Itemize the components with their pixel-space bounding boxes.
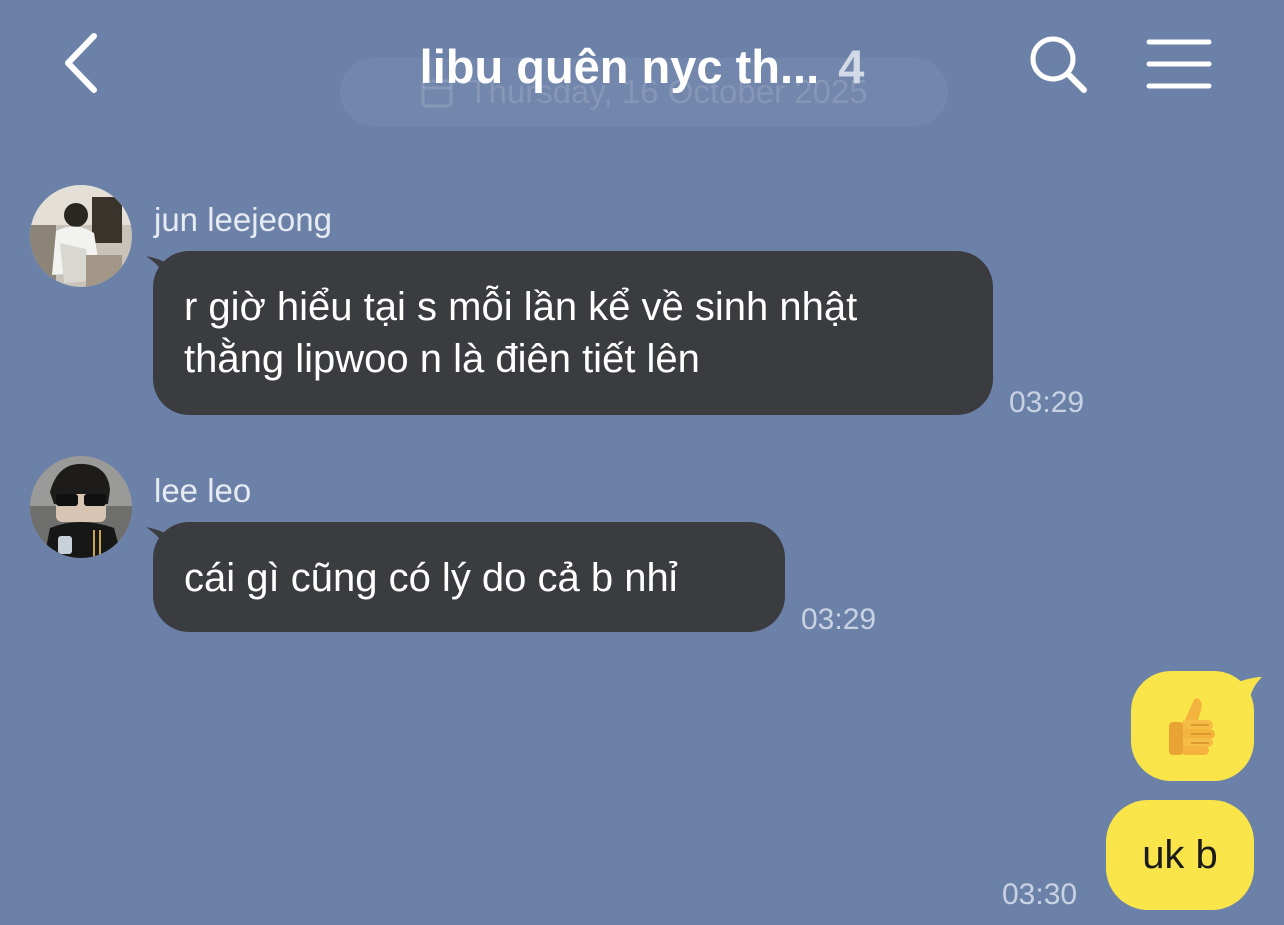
member-count: 4 xyxy=(838,40,865,93)
message-time: 03:30 xyxy=(1002,878,1078,911)
avatar-photo xyxy=(30,456,132,558)
message-bubble[interactable] xyxy=(1131,671,1254,781)
avatar-photo xyxy=(30,185,132,287)
sender-name: jun leejeong xyxy=(154,201,332,238)
message-time: 03:29 xyxy=(1009,386,1085,419)
thumbs-up-emoji xyxy=(1168,698,1215,755)
chat-title-text: libu quên nyc th... xyxy=(419,40,820,93)
back-button[interactable] xyxy=(52,28,112,98)
message-time: 03:29 xyxy=(801,603,877,636)
hamburger-menu-icon xyxy=(1146,39,1212,89)
menu-button[interactable] xyxy=(1146,36,1212,92)
message-text: uk b xyxy=(1142,832,1218,877)
chevron-left-icon xyxy=(65,33,97,93)
chat-header: Thursday, 16 October 2025 libu quên nyc … xyxy=(0,0,1284,140)
message-text: cái gì cũng có lý do cả b nhỉ xyxy=(184,556,678,600)
sender-name: lee leo xyxy=(154,472,252,509)
search-button[interactable] xyxy=(1026,32,1090,96)
avatar[interactable] xyxy=(30,185,132,287)
search-icon xyxy=(1030,36,1087,93)
message-bubble[interactable]: r giờ hiểu tại s mỗi lần kể về sinh nhật… xyxy=(153,251,993,415)
message-text: r giờ hiểu tại s mỗi lần kể về sinh nhật… xyxy=(184,285,858,381)
message-bubble[interactable]: cái gì cũng có lý do cả b nhỉ xyxy=(153,522,785,632)
chat-title[interactable]: libu quên nyc th... 4 xyxy=(300,36,984,98)
message-bubble[interactable]: uk b xyxy=(1106,800,1254,910)
avatar[interactable] xyxy=(30,456,132,558)
